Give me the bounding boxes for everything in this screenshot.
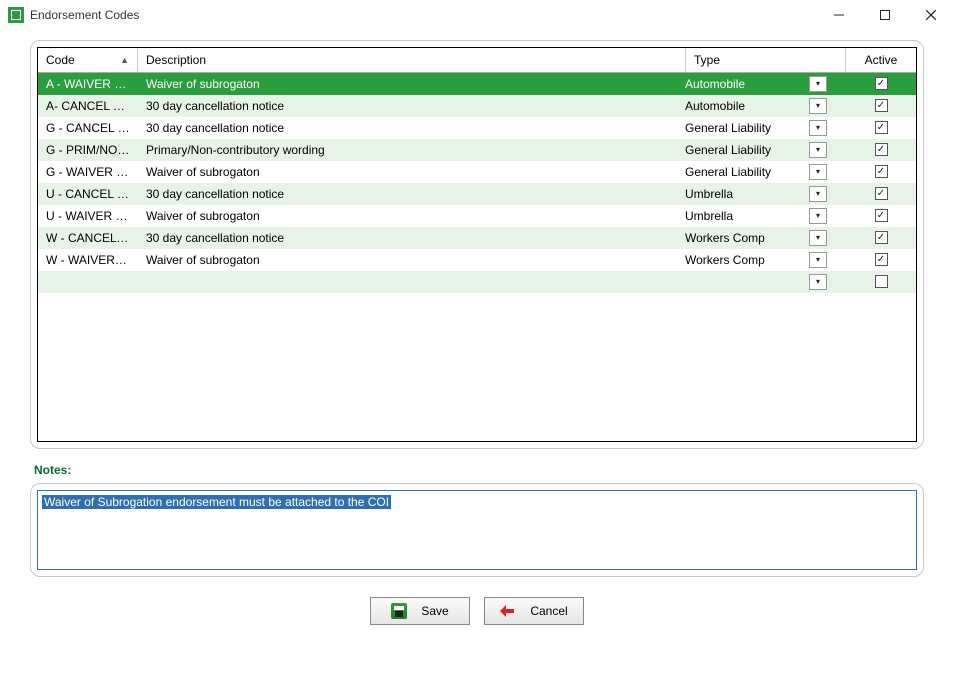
notes-label: Notes: bbox=[34, 463, 924, 477]
type-dropdown-button[interactable]: ▾ bbox=[809, 164, 827, 180]
cell-description[interactable]: Waiver of subrogaton bbox=[138, 165, 677, 179]
cell-active[interactable] bbox=[846, 99, 916, 112]
table-row[interactable]: G - WAIVER OF ...Waiver of subrogatonGen… bbox=[38, 161, 916, 183]
cell-type[interactable]: Workers Comp bbox=[677, 231, 809, 245]
cancel-button-label: Cancel bbox=[530, 604, 567, 618]
active-checkbox[interactable] bbox=[875, 165, 888, 178]
button-row: Save Cancel bbox=[30, 597, 924, 625]
cell-active[interactable] bbox=[846, 143, 916, 156]
type-dropdown-button[interactable]: ▾ bbox=[809, 76, 827, 92]
cancel-icon bbox=[500, 603, 516, 619]
active-checkbox[interactable] bbox=[875, 143, 888, 156]
type-dropdown-button[interactable]: ▾ bbox=[809, 98, 827, 114]
type-dropdown-button[interactable]: ▾ bbox=[809, 252, 827, 268]
cell-code[interactable]: G - WAIVER OF ... bbox=[38, 165, 138, 179]
cell-active[interactable] bbox=[846, 77, 916, 90]
cell-type[interactable]: Automobile bbox=[677, 77, 809, 91]
cancel-button[interactable]: Cancel bbox=[484, 597, 584, 625]
window-title: Endorsement Codes bbox=[30, 8, 139, 22]
table-row[interactable]: G - PRIM/NON C...Primary/Non-contributor… bbox=[38, 139, 916, 161]
type-dropdown-button[interactable]: ▾ bbox=[809, 186, 827, 202]
cell-description[interactable]: Waiver of subrogaton bbox=[138, 77, 677, 91]
cell-type[interactable]: Umbrella bbox=[677, 187, 809, 201]
minimize-button[interactable] bbox=[816, 0, 862, 30]
cell-type[interactable]: Umbrella bbox=[677, 209, 809, 223]
type-dropdown-button[interactable]: ▾ bbox=[809, 208, 827, 224]
sort-asc-icon: ▲ bbox=[120, 55, 129, 65]
cell-description[interactable]: Waiver of subrogaton bbox=[138, 253, 677, 267]
cell-type[interactable]: General Liability bbox=[677, 165, 809, 179]
cell-code[interactable]: W - WAIVER OF ... bbox=[38, 253, 138, 267]
active-checkbox[interactable] bbox=[875, 121, 888, 134]
active-checkbox[interactable] bbox=[875, 209, 888, 222]
cell-code[interactable]: A- CANCEL NOTI... bbox=[38, 99, 138, 113]
cell-description[interactable]: 30 day cancellation notice bbox=[138, 231, 677, 245]
cell-active[interactable] bbox=[846, 187, 916, 200]
cell-code[interactable]: U - WAIVER OF ... bbox=[38, 209, 138, 223]
column-header-type[interactable]: Type bbox=[686, 48, 846, 72]
grid-header-row: Code▲ Description Type Active bbox=[38, 48, 916, 73]
window-controls bbox=[816, 0, 954, 30]
cell-code[interactable]: G - CANCEL NO... bbox=[38, 121, 138, 135]
cell-description[interactable]: 30 day cancellation notice bbox=[138, 187, 677, 201]
table-row[interactable]: U - WAIVER OF ...Waiver of subrogatonUmb… bbox=[38, 205, 916, 227]
active-checkbox[interactable] bbox=[875, 77, 888, 90]
cell-active[interactable] bbox=[846, 275, 916, 288]
cell-description[interactable]: Primary/Non-contributory wording bbox=[138, 143, 677, 157]
save-button-label: Save bbox=[421, 604, 448, 618]
cell-active[interactable] bbox=[846, 231, 916, 244]
table-row[interactable]: ▾ bbox=[38, 271, 916, 293]
cell-code[interactable]: A - WAIVER OF ... bbox=[38, 77, 138, 91]
table-row[interactable]: W - WAIVER OF ...Waiver of subrogatonWor… bbox=[38, 249, 916, 271]
cell-code[interactable]: G - PRIM/NON C... bbox=[38, 143, 138, 157]
save-icon bbox=[391, 603, 407, 619]
app-icon bbox=[8, 7, 24, 23]
cell-code[interactable]: W - CANCEL NO... bbox=[38, 231, 138, 245]
column-header-code[interactable]: Code▲ bbox=[38, 48, 138, 72]
cell-active[interactable] bbox=[846, 209, 916, 222]
grid-empty-area bbox=[38, 293, 916, 441]
cell-description[interactable]: 30 day cancellation notice bbox=[138, 99, 677, 113]
column-header-active[interactable]: Active bbox=[846, 48, 916, 72]
table-row[interactable]: W - CANCEL NO...30 day cancellation noti… bbox=[38, 227, 916, 249]
column-header-description[interactable]: Description bbox=[138, 48, 686, 72]
cell-type[interactable]: General Liability bbox=[677, 121, 809, 135]
active-checkbox[interactable] bbox=[875, 99, 888, 112]
active-checkbox[interactable] bbox=[875, 275, 888, 288]
cell-description[interactable]: 30 day cancellation notice bbox=[138, 121, 677, 135]
grid: Code▲ Description Type Active A - WAIVER… bbox=[37, 47, 917, 442]
table-row[interactable]: A - WAIVER OF ...Waiver of subrogatonAut… bbox=[38, 73, 916, 95]
table-row[interactable]: A- CANCEL NOTI...30 day cancellation not… bbox=[38, 95, 916, 117]
cell-type[interactable]: Workers Comp bbox=[677, 253, 809, 267]
cell-description[interactable]: Waiver of subrogaton bbox=[138, 209, 677, 223]
save-button[interactable]: Save bbox=[370, 597, 470, 625]
grid-panel: Code▲ Description Type Active A - WAIVER… bbox=[30, 40, 924, 449]
cell-active[interactable] bbox=[846, 253, 916, 266]
active-checkbox[interactable] bbox=[875, 231, 888, 244]
cell-active[interactable] bbox=[846, 121, 916, 134]
active-checkbox[interactable] bbox=[875, 187, 888, 200]
cell-code[interactable]: U - CANCEL NO... bbox=[38, 187, 138, 201]
type-dropdown-button[interactable]: ▾ bbox=[809, 230, 827, 246]
cell-type[interactable]: General Liability bbox=[677, 143, 809, 157]
cell-active[interactable] bbox=[846, 165, 916, 178]
cell-type[interactable]: Automobile bbox=[677, 99, 809, 113]
table-row[interactable]: G - CANCEL NO...30 day cancellation noti… bbox=[38, 117, 916, 139]
notes-selected-text[interactable]: Waiver of Subrogation endorsement must b… bbox=[42, 495, 391, 509]
table-row[interactable]: U - CANCEL NO...30 day cancellation noti… bbox=[38, 183, 916, 205]
notes-panel: Waiver of Subrogation endorsement must b… bbox=[30, 483, 924, 577]
type-dropdown-button[interactable]: ▾ bbox=[809, 142, 827, 158]
notes-textarea[interactable]: Waiver of Subrogation endorsement must b… bbox=[37, 490, 917, 570]
type-dropdown-button[interactable]: ▾ bbox=[809, 120, 827, 136]
maximize-button[interactable] bbox=[862, 0, 908, 30]
title-bar: Endorsement Codes bbox=[0, 0, 954, 30]
type-dropdown-button[interactable]: ▾ bbox=[809, 274, 827, 290]
close-button[interactable] bbox=[908, 0, 954, 30]
active-checkbox[interactable] bbox=[875, 253, 888, 266]
